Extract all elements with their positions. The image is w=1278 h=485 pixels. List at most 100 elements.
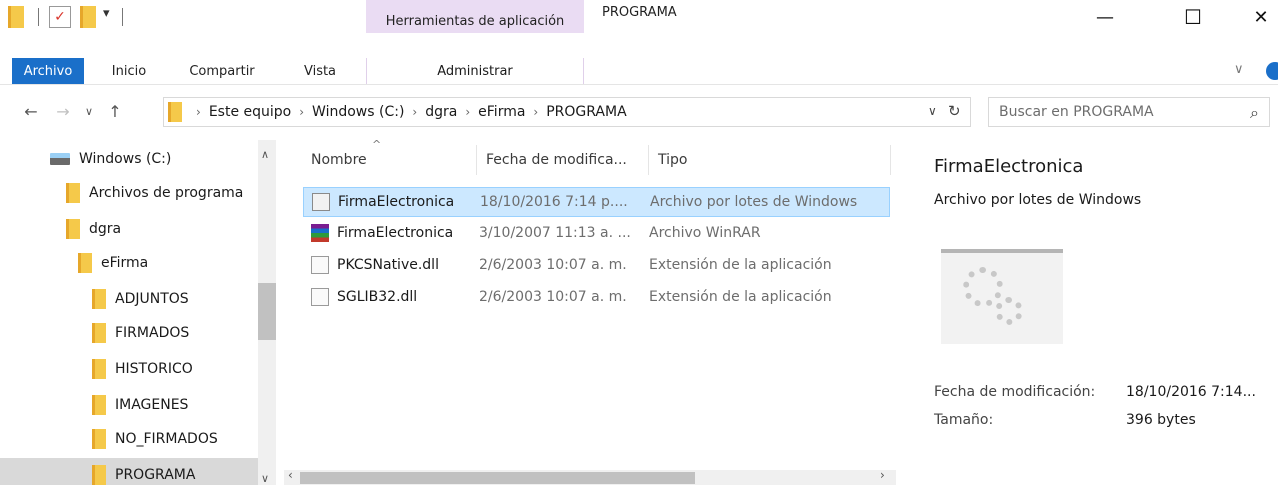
file-date: 3/10/2007 11:13 a. ... [479,225,631,241]
separator [122,8,123,26]
expand-ribbon-icon[interactable]: ∨ [1234,62,1244,77]
nav-item-efirma[interactable]: eFirma [78,246,256,280]
details-subtitle: Archivo por lotes de Windows [934,192,1142,208]
nav-item-adjuntos[interactable]: ADJUNTOS [92,282,256,316]
folder-icon [92,395,106,415]
breadcrumb-efirma[interactable]: eFirma [478,104,525,120]
horizontal-scrollbar-thumb[interactable] [300,472,695,484]
address-dropdown-icon[interactable]: ∨ [928,104,937,118]
refresh-icon[interactable]: ↻ [948,102,961,120]
nav-item-label: Windows (C:) [79,151,172,167]
scroll-left-icon[interactable]: ‹ [288,468,293,482]
modified-value: 18/10/2016 7:14... [1126,384,1256,400]
chevron-right-icon: › [196,105,201,119]
breadcrumb-programa[interactable]: PROGRAMA [546,104,626,120]
application-tools-tab[interactable]: Herramientas de aplicación [366,0,584,33]
scroll-down-icon[interactable]: ∨ [261,472,269,485]
close-button[interactable]: ✕ [1238,2,1278,32]
nav-item-label: PROGRAMA [115,467,196,483]
address-bar[interactable]: › Este equipo › Windows (C:) › dgra › eF… [163,97,971,127]
search-placeholder: Buscar en PROGRAMA [999,104,1154,120]
minimize-button[interactable]: — [1082,2,1128,32]
tab-compartir[interactable]: Compartir [176,58,268,84]
nav-item-label: Archivos de programa [89,185,244,201]
breadcrumb-este-equipo[interactable]: Este equipo [209,104,291,120]
nav-scrollbar-thumb[interactable] [258,283,276,340]
back-arrow-icon[interactable]: ← [18,98,44,124]
folder-icon [92,465,106,485]
properties-check-icon[interactable]: ✓ [49,6,71,28]
nav-item-programa[interactable]: PROGRAMA [0,458,258,485]
nav-item-historico[interactable]: HISTORICO [92,352,256,386]
gear-icon [995,297,1023,325]
nav-item-label: NO_FIRMADOS [115,431,218,447]
tab-vista[interactable]: Vista [288,58,352,84]
column-divider[interactable] [648,145,649,175]
tab-archivo[interactable]: Archivo [12,58,84,84]
dll-file-icon [311,288,329,306]
file-date: 18/10/2016 7:14 p.... [480,194,628,210]
winrar-icon [311,224,329,242]
column-divider[interactable] [476,145,477,175]
scroll-right-icon[interactable]: › [880,468,885,482]
chevron-right-icon: › [412,105,418,119]
nav-item-label: IMAGENES [115,397,189,413]
divider [0,84,1278,85]
file-row[interactable]: FirmaElectronica 3/10/2007 11:13 a. ... … [303,218,890,248]
breadcrumb-dgra[interactable]: dgra [425,104,457,120]
column-header-fecha[interactable]: Fecha de modifica... [486,143,646,177]
details-title: FirmaElectronica [934,156,1084,177]
file-name: SGLIB32.dll [337,289,418,305]
file-row[interactable]: PKCSNative.dll 2/6/2003 10:07 a. m. Exte… [303,250,890,280]
breadcrumb-windows-c[interactable]: Windows (C:) [312,104,404,120]
file-row[interactable]: SGLIB32.dll 2/6/2003 10:07 a. m. Extensi… [303,282,890,312]
nav-item-label: ADJUNTOS [115,291,189,307]
tab-administrar[interactable]: Administrar [366,58,584,84]
nav-item-imagenes[interactable]: IMAGENES [92,388,256,422]
size-label: Tamaño: [934,412,994,428]
file-date: 2/6/2003 10:07 a. m. [479,289,627,305]
modified-label: Fecha de modificación: [934,384,1096,400]
folder-icon [168,102,182,122]
folder-icon [78,253,92,273]
help-icon[interactable] [1266,62,1278,80]
file-type: Extensión de la aplicación [649,257,832,273]
column-header-tipo[interactable]: Tipo [658,143,878,177]
nav-item-dgra[interactable]: dgra [66,212,256,246]
maximize-button[interactable]: ☐ [1170,2,1216,32]
forward-arrow-icon[interactable]: → [50,98,76,124]
folder-icon [92,323,106,343]
nav-item-label: FIRMADOS [115,325,190,341]
folder-icon [92,429,106,449]
scroll-up-icon[interactable]: ∧ [261,148,269,161]
nav-item-no-firmados[interactable]: NO_FIRMADOS [92,422,256,456]
folder-icon [92,289,106,309]
nav-item-label: dgra [89,221,122,237]
file-type: Archivo WinRAR [649,225,761,241]
file-row[interactable]: FirmaElectronica 18/10/2016 7:14 p.... A… [303,187,890,217]
window-title: PROGRAMA [602,5,677,20]
new-folder-icon[interactable] [80,6,96,28]
nav-item-firmados[interactable]: FIRMADOS [92,316,256,350]
nav-item-label: HISTORICO [115,361,193,377]
chevron-right-icon: › [465,105,471,119]
search-icon[interactable]: ⌕ [1250,103,1259,123]
up-arrow-icon[interactable]: ↑ [102,98,128,124]
folder-icon [92,359,106,379]
size-value: 396 bytes [1126,412,1196,428]
column-divider[interactable] [890,145,891,175]
quick-access-folder-icon[interactable] [8,6,24,28]
nav-item-label: eFirma [101,255,149,271]
recent-locations-icon[interactable]: ∨ [76,98,102,124]
folder-icon [66,219,80,239]
dll-file-icon [311,256,329,274]
file-name: FirmaElectronica [338,194,455,210]
search-input[interactable]: Buscar en PROGRAMA [988,97,1270,127]
batch-file-icon [312,193,330,211]
nav-item-windows-c[interactable]: Windows (C:) [50,142,250,176]
navigation-pane: Windows (C:) Archivos de programa dgra e… [0,140,284,485]
column-header-nombre[interactable]: Nombre [311,143,471,177]
customize-quick-access-icon[interactable]: ▾ [103,6,110,21]
tab-inicio[interactable]: Inicio [94,58,164,84]
nav-item-archivos-de-programa[interactable]: Archivos de programa [66,176,256,210]
